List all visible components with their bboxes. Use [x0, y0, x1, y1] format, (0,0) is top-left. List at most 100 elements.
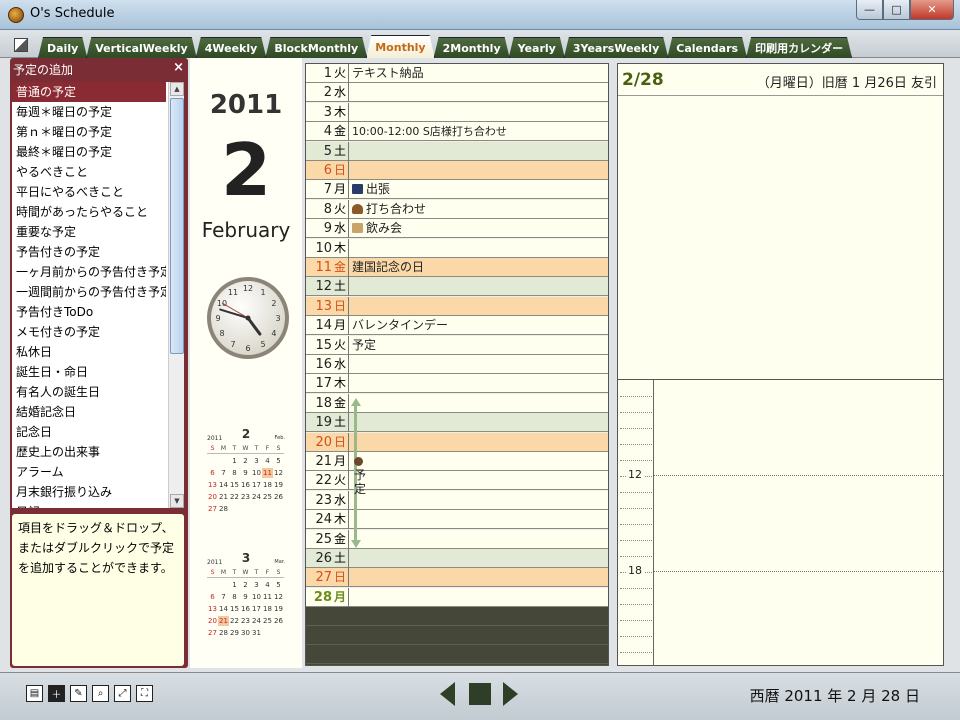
mini-day[interactable]: 17 — [251, 604, 262, 614]
mini-day[interactable]: 27 — [207, 628, 218, 638]
mini-day[interactable]: 10 — [251, 468, 262, 478]
mini-day[interactable]: 22 — [229, 616, 240, 626]
mini-day[interactable]: 28 — [218, 504, 229, 514]
day-row[interactable]: 13 日 — [306, 296, 608, 316]
expand-icon[interactable]: ⤢ — [114, 685, 131, 702]
mini-day[interactable]: 5 — [273, 456, 284, 466]
minimize-button[interactable]: — — [856, 0, 883, 20]
schedule-type-item[interactable]: 時間があったらやること — [12, 202, 166, 222]
schedule-type-item[interactable]: 第ｎ＊曜日の予定 — [12, 122, 166, 142]
prev-month-icon[interactable] — [440, 682, 455, 706]
add-item-icon[interactable]: ＋ — [48, 685, 65, 702]
mini-calendar[interactable]: 2011 2 Feb. S M T W T F S 1 2 3 4 5 6 7 8 9 10 11 12 13 14 15 16 1… — [207, 427, 285, 514]
mini-day[interactable]: 14 — [218, 604, 229, 614]
mini-day[interactable]: 26 — [273, 616, 284, 626]
panel-toggle-icon[interactable] — [14, 38, 28, 52]
event-item[interactable]: 出張 — [352, 180, 390, 199]
list-scrollbar[interactable]: ▲ ▼ — [168, 82, 184, 508]
mini-day[interactable]: 13 — [207, 480, 218, 490]
mini-day[interactable]: 15 — [229, 604, 240, 614]
event-item[interactable]: テキスト納品 — [352, 64, 424, 83]
mini-day[interactable]: 21 — [218, 492, 229, 502]
mini-day[interactable]: 6 — [207, 592, 218, 602]
mini-day[interactable]: 2 — [240, 580, 251, 590]
day-timeline[interactable]: 12 18 — [618, 379, 943, 666]
event-item[interactable]: 建国記念の日 — [352, 258, 424, 277]
schedule-type-item[interactable]: 記念日 — [12, 422, 166, 442]
mini-day[interactable]: 21 — [218, 616, 229, 626]
mini-day[interactable]: 19 — [273, 604, 284, 614]
mini-day[interactable]: 3 — [251, 580, 262, 590]
schedule-type-item[interactable]: 私休日 — [12, 342, 166, 362]
schedule-type-item[interactable]: やるべきこと — [12, 162, 166, 182]
tab-0[interactable]: Daily — [38, 37, 87, 58]
today-icon[interactable] — [469, 683, 491, 705]
day-row[interactable]: 27 日 — [306, 568, 608, 588]
mini-day[interactable]: 4 — [262, 456, 273, 466]
mini-day[interactable]: 29 — [229, 628, 240, 638]
scroll-thumb[interactable] — [170, 98, 184, 354]
schedule-type-item[interactable]: 普通の予定 — [12, 82, 166, 102]
day-row[interactable]: 7 月 出張 — [306, 180, 608, 200]
schedule-type-item[interactable]: 歴史上の出来事 — [12, 442, 166, 462]
panel-close-icon[interactable]: × — [173, 60, 184, 75]
mini-day[interactable]: 30 — [240, 628, 251, 638]
fit-icon[interactable]: ⛶ — [136, 685, 153, 702]
mini-day[interactable]: 1 — [229, 456, 240, 466]
schedule-type-item[interactable]: 結婚記念日 — [12, 402, 166, 422]
mini-day[interactable]: 2 — [240, 456, 251, 466]
multi-day-event[interactable]: 予定 — [354, 454, 368, 496]
mini-day[interactable]: 24 — [251, 616, 262, 626]
schedule-type-item[interactable]: 重要な予定 — [12, 222, 166, 242]
mini-day[interactable]: 19 — [273, 480, 284, 490]
mini-day[interactable]: 4 — [262, 580, 273, 590]
tab-8[interactable]: Calendars — [667, 37, 747, 58]
schedule-type-item[interactable]: アラーム — [12, 462, 166, 482]
event-item[interactable]: 予定 — [352, 336, 376, 355]
mini-day[interactable]: 13 — [207, 604, 218, 614]
schedule-type-item[interactable]: 一ヶ月前からの予告付き予定 — [12, 262, 166, 282]
maximize-button[interactable]: □ — [883, 0, 910, 20]
schedule-type-item[interactable]: 誕生日・命日 — [12, 362, 166, 382]
mini-day[interactable]: 25 — [262, 492, 273, 502]
day-row[interactable]: 4 金 10:00-12:00 S店様打ち合わせ — [306, 122, 608, 142]
mini-day[interactable]: 20 — [207, 616, 218, 626]
mini-day[interactable]: 23 — [240, 616, 251, 626]
day-row[interactable]: 11 金建国記念の日 — [306, 258, 608, 277]
mini-day[interactable]: 16 — [240, 604, 251, 614]
mini-day[interactable]: 28 — [218, 628, 229, 638]
schedule-type-item[interactable]: 一週間前からの予告付き予定 — [12, 282, 166, 302]
day-row[interactable]: 15 火予定 — [306, 335, 608, 355]
mini-day[interactable]: 23 — [240, 492, 251, 502]
mini-day[interactable]: 6 — [207, 468, 218, 478]
day-row[interactable]: 2水 — [306, 83, 608, 103]
day-row[interactable]: 6日 — [306, 161, 608, 180]
event-item[interactable]: バレンタインデー — [352, 316, 448, 335]
mini-day[interactable]: 24 — [251, 492, 262, 502]
mini-day[interactable]: 12 — [273, 468, 284, 478]
mini-day[interactable]: 1 — [229, 580, 240, 590]
day-row[interactable]: 26 土 — [306, 549, 608, 568]
close-button[interactable]: ✕ — [910, 0, 954, 20]
tab-2[interactable]: 4Weekly — [196, 37, 267, 58]
tab-1[interactable]: VerticalWeekly — [86, 37, 196, 58]
schedule-type-item[interactable]: 月末銀行振り込み — [12, 482, 166, 502]
day-row[interactable]: 5土 — [306, 141, 608, 161]
mini-day[interactable]: 26 — [273, 492, 284, 502]
mini-day[interactable]: 18 — [262, 480, 273, 490]
mini-day[interactable]: 20 — [207, 492, 218, 502]
day-row[interactable]: 1 火テキスト納品 — [306, 64, 608, 83]
day-row[interactable]: 17 木 — [306, 374, 608, 394]
mini-day[interactable]: 31 — [251, 628, 262, 638]
mini-day[interactable]: 27 — [207, 504, 218, 514]
schedule-type-item[interactable]: 予告付きToDo — [12, 302, 166, 322]
scroll-up-icon[interactable]: ▲ — [170, 82, 184, 96]
mini-day[interactable]: 8 — [229, 592, 240, 602]
mini-day[interactable]: 10 — [251, 592, 262, 602]
day-row[interactable]: 8 火 打ち合わせ — [306, 199, 608, 219]
day-row[interactable]: 10 木 — [306, 238, 608, 258]
mini-day[interactable]: 7 — [218, 468, 229, 478]
zoom-icon[interactable]: ⌕ — [92, 685, 109, 702]
mini-day[interactable]: 16 — [240, 480, 251, 490]
schedule-type-item[interactable]: 日記 — [12, 502, 166, 508]
